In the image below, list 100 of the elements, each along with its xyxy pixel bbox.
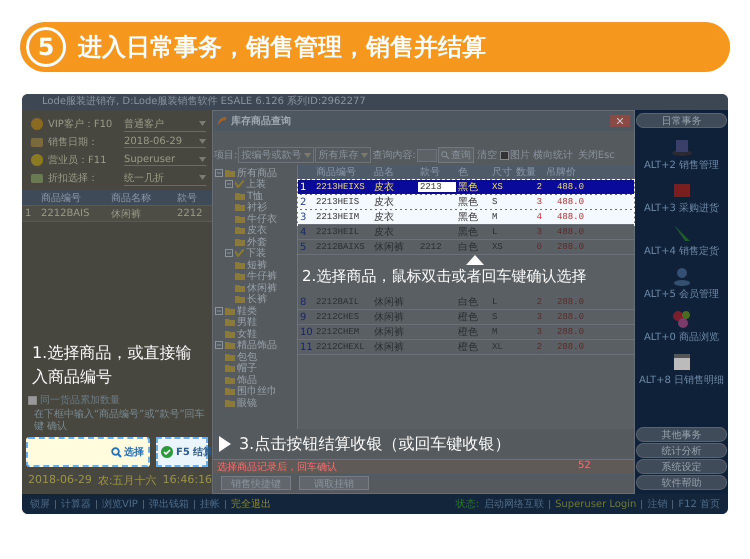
status-link[interactable]: 锁屏 <box>30 497 50 511</box>
row-number: 5 <box>299 242 308 252</box>
table-cell-text: 2212BAIS <box>40 208 90 219</box>
row-number: 2 <box>299 196 308 208</box>
checkbox-label: 同一货品累加数量 <box>40 394 120 407</box>
sidebar-button[interactable]: 系统设定 <box>636 459 727 474</box>
sidebar-item[interactable]: ALT+5 会员管理 <box>644 287 720 301</box>
table-cell-text: 2213HEIS <box>315 197 360 207</box>
table-cell-text: 4 <box>536 212 543 222</box>
tree-item[interactable]: 眼镜 <box>237 396 257 410</box>
table-row[interactable]: 1 2212BAIS 休闲裤 2212 <box>22 206 212 222</box>
status-label: 状态: <box>456 498 480 511</box>
tree-item[interactable]: 皮衣 <box>247 223 267 238</box>
table-cell-text: 3 <box>536 197 543 207</box>
tree-item[interactable]: 休闲裤 <box>247 280 277 295</box>
table-cell-text: M <box>491 212 498 222</box>
status-link[interactable]: 弹出钱箱 <box>148 497 189 511</box>
sidebar-button[interactable]: 统计分析 <box>636 443 727 458</box>
status-link[interactable]: 完全退出 <box>230 497 271 511</box>
dropdown[interactable]: 普通客户 <box>124 116 206 132</box>
tree-item[interactable]: T恤 <box>247 188 264 203</box>
row-number: 3 <box>299 212 308 222</box>
table-cell-text: 黑色 <box>457 196 479 209</box>
table-cell-text: 488.0 <box>556 182 585 192</box>
tree-item[interactable]: 上装 <box>246 177 266 192</box>
status-link[interactable]: 挂帐 <box>200 497 220 511</box>
close-button[interactable]: 关闭Esc <box>576 148 617 162</box>
status-text: 启动网络互联 <box>484 498 544 511</box>
sidebar-item[interactable]: ALT+8 日销售明细 <box>638 373 724 387</box>
tree-item[interactable]: 牛仔裤 <box>247 269 277 284</box>
grid-row[interactable]: 3 2213HEIM 皮衣 黑色 M 4 488.0 <box>298 210 634 225</box>
table-cell-text: 0 <box>536 242 543 252</box>
dropdown[interactable]: 按编号或款号 <box>238 147 314 163</box>
tree-item[interactable]: 长裤 <box>247 292 267 306</box>
table-cell-text: 黑色 <box>457 181 479 194</box>
tree-item[interactable]: 短裤 <box>247 258 267 272</box>
tree-item[interactable]: 鞋类 <box>237 304 257 318</box>
column-header: 商品名称 <box>110 192 152 204</box>
callout-text: 2.选择商品，鼠标双击或者回车键确认选择 <box>301 266 588 287</box>
sidebar-item[interactable]: ALT+0 商品浏览 <box>644 330 720 344</box>
column-header: 尺寸 <box>491 166 513 179</box>
column-header: 款号 <box>419 166 441 179</box>
dropdown[interactable]: 统一几折 <box>124 170 206 186</box>
select-button[interactable]: 选择 <box>111 445 144 459</box>
column-header: 色 <box>457 166 469 179</box>
column-header: 款号 <box>176 192 198 204</box>
status-link[interactable]: 计算器 <box>61 497 91 511</box>
table-cell-text: 2 <box>536 342 543 352</box>
dropdown[interactable]: 所有库存 <box>315 147 372 163</box>
form-label: 销售日期： <box>48 136 99 149</box>
field-label: 查询内容: <box>372 148 416 162</box>
table-cell-text: 288.0 <box>556 242 585 252</box>
table-cell-text: 2 <box>536 297 543 307</box>
window-title: Lode服装进销存, D:Lode服装销售软件 ESALE 6.126 系列ID:2962277 <box>22 94 728 110</box>
table-cell-text: 2 <box>536 182 543 192</box>
tree-item[interactable]: 衬衫 <box>247 200 267 214</box>
dropdown[interactable]: 2018-06-29 <box>124 136 206 148</box>
tree-item[interactable]: 男鞋 <box>237 315 257 330</box>
status-link[interactable]: 浏览VIP <box>102 497 138 511</box>
table-cell-text: 488.0 <box>556 227 585 237</box>
tree-item[interactable]: 女鞋 <box>237 326 257 341</box>
grid-row[interactable]: 2 2213HEIS 皮衣 黑色 S 3 488.0 <box>298 195 634 210</box>
sidebar-button[interactable]: 其他事务 <box>636 427 727 442</box>
sidebar-item[interactable]: ALT+3 采购进货 <box>644 201 720 215</box>
tree-item[interactable]: 精品饰品 <box>237 338 277 352</box>
table-cell-text: 休闲裤 <box>110 208 142 220</box>
home-link[interactable]: F12 首页 <box>678 497 720 511</box>
product-code-field[interactable]: 选择 <box>26 437 150 467</box>
table-cell-text: XS <box>491 182 504 192</box>
table-cell-text: 488.0 <box>556 197 585 207</box>
tree-item[interactable]: 包包 <box>237 350 257 364</box>
status-hint: 选择商品记录后，回车确认 <box>213 460 574 473</box>
tree-item[interactable]: 下装 <box>246 246 266 260</box>
tree-item[interactable]: 围巾丝巾 <box>237 384 277 398</box>
sidebar-header-button[interactable]: 日常事务 <box>636 113 727 128</box>
tree-item[interactable]: 饰品 <box>237 372 257 387</box>
column-header: 数量 <box>515 166 537 179</box>
logout-link[interactable]: 注销 <box>647 497 668 511</box>
row-number: 8 <box>299 296 308 308</box>
stats-button[interactable]: 横向统计 <box>530 148 575 162</box>
tree-item[interactable]: 所有商品 <box>237 166 277 180</box>
tree-item[interactable]: 帽子 <box>237 361 257 376</box>
callout-text: 1.选择商品，或直接输入商品编号 <box>31 342 192 388</box>
table-cell-text: 288.0 <box>556 297 585 307</box>
callout-text: 3.点击按钮结算收银（或回车键收银） <box>239 433 510 455</box>
sidebar-item[interactable]: ALT+2 销售管理 <box>644 158 720 172</box>
grid-row[interactable]: 1 2213HEIXS 皮衣 2213 黑色 XS 2 488.0 <box>298 180 634 195</box>
row-number: 9 <box>299 312 308 322</box>
form-label: 营业员：F11 <box>48 154 108 167</box>
tree-item[interactable]: 牛仔衣 <box>247 212 277 226</box>
table-cell-text: 2213HEIXS <box>315 182 366 192</box>
tree-item[interactable]: 外套 <box>247 234 267 249</box>
sidebar-item[interactable]: ALT+4 销售定货 <box>644 244 720 258</box>
lunar-date-text: 农:五月十六 <box>98 473 157 488</box>
row-number: 11 <box>299 342 314 352</box>
table-cell-text: 皮衣 <box>373 180 395 194</box>
table-cell-text: 488.0 <box>556 212 585 222</box>
sidebar-button[interactable]: 软件帮助 <box>636 475 727 490</box>
dropdown[interactable]: Superuser <box>124 154 206 166</box>
clear-button[interactable]: 清空 <box>474 148 499 162</box>
